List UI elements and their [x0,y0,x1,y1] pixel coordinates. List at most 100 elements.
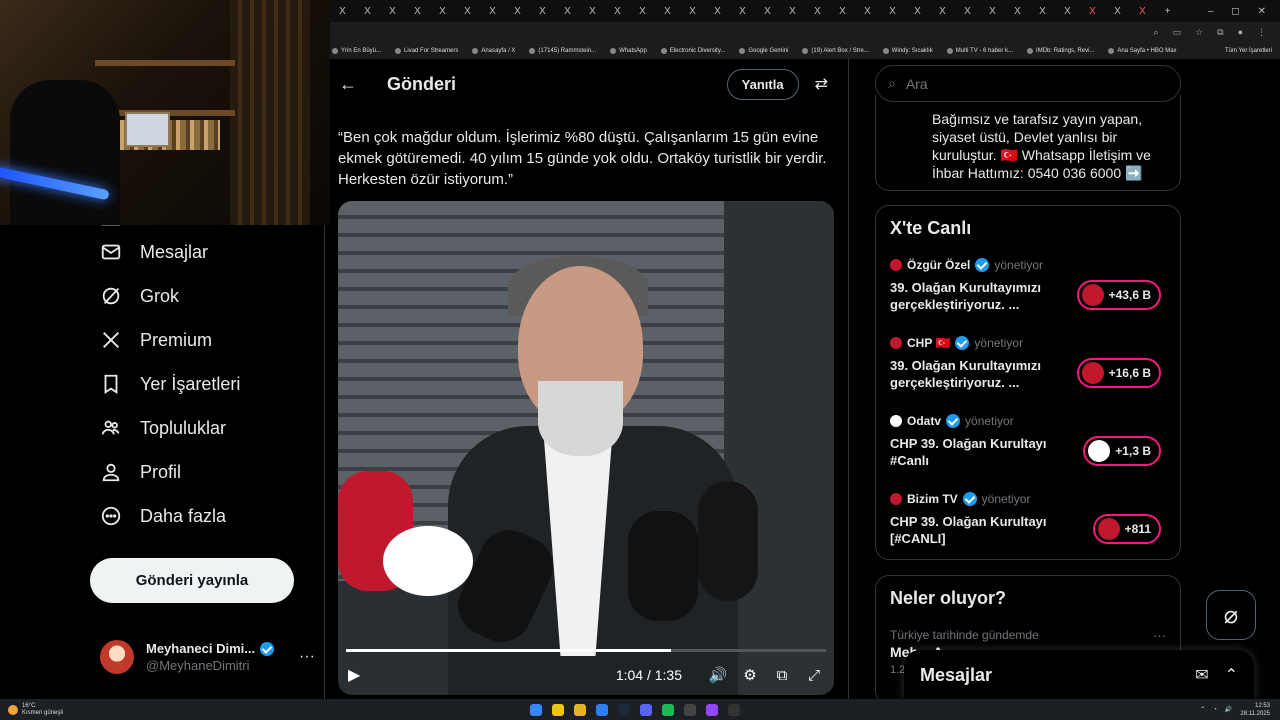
fullscreen-icon[interactable]: ⤢ [804,667,824,684]
live-item[interactable]: CHP 🇹🇷 yönetiyor 39. Olağan Kurultayımız… [890,336,1175,406]
spotify-icon[interactable] [662,703,674,716]
browser-tab[interactable]: X [1130,2,1155,20]
listener-count-pill[interactable]: +1,3 B [1083,436,1161,466]
browser-tab[interactable]: X [955,2,980,20]
more-options-icon[interactable]: ··· [1153,628,1166,643]
close-window-button[interactable]: ✕ [1258,6,1266,17]
star-icon[interactable]: ☆ [1195,27,1203,38]
browser-tab[interactable]: X [930,2,955,20]
wifi-icon[interactable]: ◔ [1213,707,1217,713]
browser-tab[interactable]: X [530,2,555,20]
new-message-icon[interactable]: ✉ [1195,665,1208,685]
twitch-icon[interactable] [706,703,718,716]
bookmark-item[interactable]: Yrin En Büyü... [332,47,381,54]
browser-tab[interactable]: X [430,2,455,20]
listener-count-pill[interactable]: +811 [1092,514,1161,544]
nav-item-premium[interactable]: Premium [90,318,320,362]
messages-drawer[interactable]: Mesajlar ✉ ⌃ [904,650,1254,700]
cast-icon[interactable]: ▭ [1173,27,1182,38]
bookmark-item[interactable]: Multi TV - 6 haber k... [946,47,1013,54]
browser-tab[interactable]: X [580,2,605,20]
nav-item-profile[interactable]: Profil [90,450,320,494]
sliders-icon[interactable]: ⇄ [815,74,828,94]
nav-item-more[interactable]: Daha fazla [90,494,320,538]
extension-icon[interactable]: ⧉ [1217,27,1223,38]
nav-item-bookmarks[interactable]: Yer İşaretleri [90,362,320,406]
search-input[interactable]: Ara [906,76,928,92]
browser-tab[interactable]: X [355,2,380,20]
reply-button[interactable]: Yanıtla [726,68,799,100]
browser-tab[interactable]: X [380,2,405,20]
steam-icon[interactable] [618,703,630,716]
maximize-button[interactable]: ◻ [1231,6,1239,17]
tray-chevron-icon[interactable]: ⌃ [1200,706,1205,713]
back-arrow-icon[interactable]: ← [339,74,357,95]
browser-tab[interactable]: X [1005,2,1030,20]
play-icon[interactable]: ▶ [348,665,360,685]
browser-tab[interactable]: X [730,2,755,20]
obs-icon[interactable] [728,703,740,716]
nav-item-communities[interactable]: Topluluklar [90,406,320,450]
browser-tab[interactable]: X [755,2,780,20]
menu-icon[interactable]: ⋮ [1257,27,1266,38]
browser-tab[interactable]: X [505,2,530,20]
bookmark-item[interactable]: IMDb: Ratings, Revi... [1027,47,1094,54]
browser-tab[interactable]: X [855,2,880,20]
volume-icon[interactable]: 🔊 [708,666,728,684]
browser-tab[interactable]: X [1105,2,1130,20]
account-switcher[interactable]: Meyhaneci Dimi... @MeyhaneDimitri ··· [100,636,315,678]
video-progress-bar[interactable] [346,649,826,652]
bookmark-item[interactable]: (19) Alert Box / Stre... [802,47,869,54]
browser-tab[interactable]: X [705,2,730,20]
app-icon[interactable] [684,703,696,716]
chrome-icon[interactable] [552,703,564,716]
bookmark-item[interactable]: Livad For Streamers [395,47,458,54]
browser-tab[interactable]: X [330,2,355,20]
browser-tab[interactable]: X [630,2,655,20]
browser-tab[interactable]: X [605,2,630,20]
volume-icon[interactable]: 🔊 [1225,706,1232,713]
post-button[interactable]: Gönderi yayınla [90,558,294,603]
listener-count-pill[interactable]: +43,6 B [1076,280,1161,310]
weather-widget[interactable]: 16°C Kısmen güneşli [8,703,63,717]
listener-count-pill[interactable]: +16,6 B [1076,358,1161,388]
browser-tab[interactable]: X [1055,2,1080,20]
bookmark-item[interactable]: Ana Sayfa • HBO Max [1108,47,1177,54]
browser-tab[interactable]: X [980,2,1005,20]
grok-fab-button[interactable]: ⌀ [1206,590,1256,640]
all-bookmarks-button[interactable]: Tüm Yer İşaretleri [1225,48,1280,54]
settings-gear-icon[interactable]: ⚙ [740,666,760,684]
bookmark-item[interactable]: Anasayfa / X [472,47,515,54]
browser-tab[interactable]: X [455,2,480,20]
live-item[interactable]: Özgür Özel yönetiyor 39. Olağan Kurultay… [890,258,1175,328]
live-item[interactable]: Odatv yönetiyor CHP 39. Olağan Kurultayı… [890,414,1175,484]
expand-icon[interactable]: ⌃ [1225,665,1238,685]
browser-tab[interactable]: X [805,2,830,20]
new-tab-button[interactable]: + [1155,2,1180,20]
browser-tab[interactable]: X [830,2,855,20]
video-player[interactable]: ▶ 1:04 / 1:35 🔊 ⚙ ⧉ ⤢ [338,201,834,695]
bookmark-item[interactable]: (17145) Rammstein... [529,47,596,54]
bookmark-item[interactable]: Windy: Sıcaklık [882,47,933,54]
discord-icon[interactable] [640,703,652,716]
browser-tab[interactable]: X [905,2,930,20]
browser-tab[interactable]: X [655,2,680,20]
browser-tab[interactable]: X [1080,2,1105,20]
search-box[interactable]: ⌕ Ara [875,65,1181,102]
nav-item-grok[interactable]: Grok [90,274,320,318]
browser-tab[interactable]: X [480,2,505,20]
app-icon[interactable] [596,703,608,716]
clock[interactable]: 12:53 28.11.2025 [1240,702,1270,718]
browser-tab[interactable]: X [880,2,905,20]
browser-tab[interactable]: X [555,2,580,20]
bookmark-item[interactable]: WhatsApp [610,47,647,54]
live-item[interactable]: Bizim TV yönetiyor CHP 39. Olağan Kurult… [890,492,1175,562]
browser-tab[interactable]: X [680,2,705,20]
more-options-icon[interactable]: ··· [299,648,315,666]
browser-tab[interactable]: X [1030,2,1055,20]
explorer-icon[interactable] [574,703,586,716]
nav-item-messages[interactable]: Mesajlar [90,230,320,274]
browser-tab[interactable]: X [780,2,805,20]
profile-icon[interactable]: ● [1238,27,1243,37]
zoom-icon[interactable]: ⌕ [1153,27,1158,38]
